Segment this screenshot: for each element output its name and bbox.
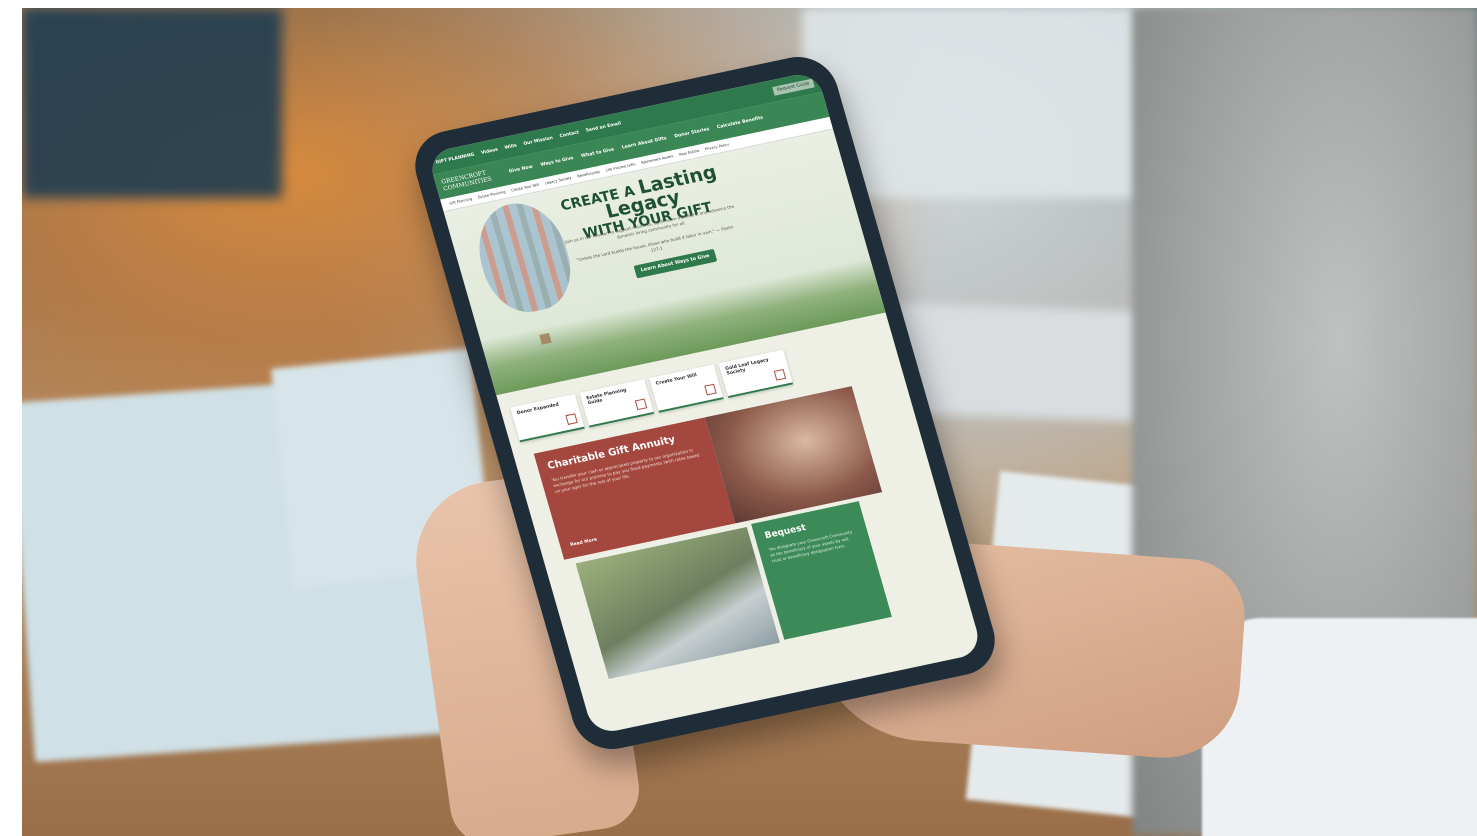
card-label: Donor Expanded xyxy=(516,402,560,417)
pen-icon xyxy=(704,383,717,396)
topbar-brand: GIFT PLANNING xyxy=(435,152,476,166)
topbar-link[interactable]: Send an Email xyxy=(585,121,622,133)
nav-item[interactable]: Donor Stories xyxy=(674,127,710,139)
resource-card[interactable]: Gold Leaf Legacy Society xyxy=(718,349,794,399)
card-label: Create Your Will xyxy=(655,373,698,387)
nav-item[interactable]: Give Now xyxy=(508,164,533,174)
white-sleeve xyxy=(1202,618,1477,836)
blurred-background-object xyxy=(22,8,282,198)
resource-card[interactable]: Donor Expanded xyxy=(510,393,585,443)
subnav-item[interactable]: Life Income Gifts xyxy=(605,162,636,172)
guide-icon xyxy=(634,398,648,411)
topbar-link[interactable]: Wills xyxy=(504,143,517,150)
topbar-link[interactable]: Videos xyxy=(481,147,499,155)
topbar-link[interactable]: Our Mission xyxy=(523,135,554,146)
subnav-item[interactable]: Create Your Will xyxy=(511,183,540,193)
resource-card[interactable]: Estate Planning Guide xyxy=(579,379,655,428)
nav-item[interactable]: Ways to Give xyxy=(540,156,574,168)
subnav-item[interactable]: Privacy Policy xyxy=(704,142,729,151)
subnav-item[interactable]: Gift Planning xyxy=(449,197,473,206)
card-label: Estate Planning Guide xyxy=(585,388,628,407)
card-label: Gold Leaf Legacy Society xyxy=(724,357,770,377)
subnav-item[interactable]: Estate Planning xyxy=(477,190,505,200)
background-photo: GIFT PLANNING Videos Wills Our Mission C… xyxy=(22,8,1477,836)
document-icon xyxy=(565,413,578,425)
leaf-icon xyxy=(773,368,787,381)
nav-item[interactable]: Learn About Gifts xyxy=(621,136,667,150)
nav-item[interactable]: Calculate Benefits xyxy=(716,115,763,130)
resource-card[interactable]: Create Your Will xyxy=(649,364,724,413)
balloon-basket xyxy=(539,332,552,345)
annuity-read-more-link[interactable]: Read More xyxy=(570,538,598,548)
subnav-item[interactable]: Real Estate xyxy=(679,149,700,157)
subnav-item[interactable]: Legacy Society xyxy=(544,176,572,185)
subnav-item[interactable]: Beneficiaries xyxy=(577,170,601,179)
nav-item[interactable]: What to Give xyxy=(581,147,615,159)
topbar-link[interactable]: Contact xyxy=(559,130,580,139)
request-guide-button[interactable]: Request Guide xyxy=(772,78,815,96)
